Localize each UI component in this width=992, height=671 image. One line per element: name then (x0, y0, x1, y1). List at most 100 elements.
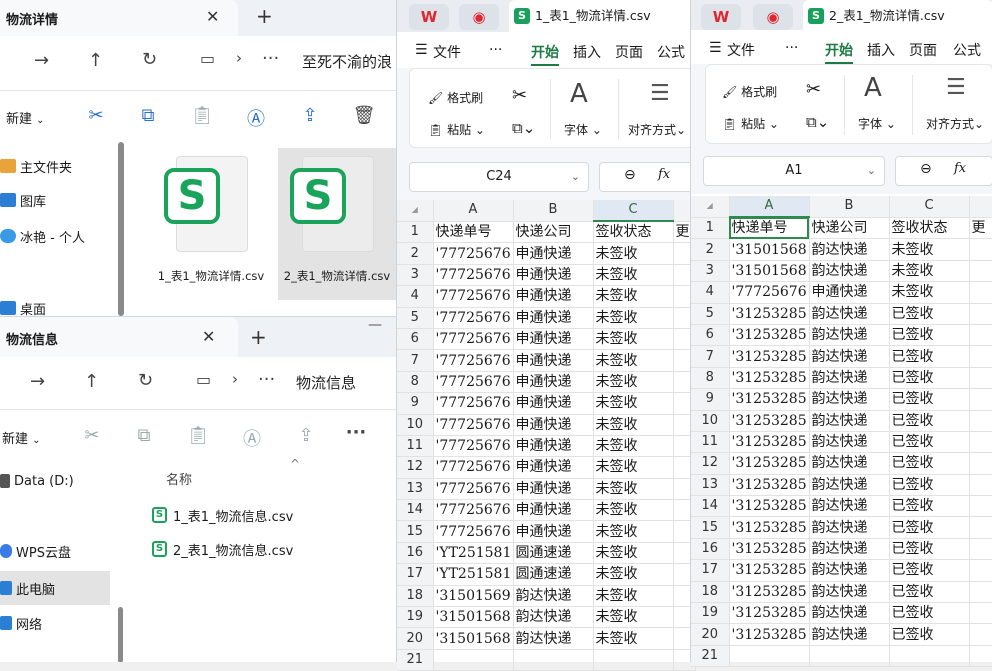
cell[interactable]: '31253285 (729, 345, 810, 368)
cell[interactable]: '31253285 (729, 602, 810, 625)
cell[interactable]: 韵达快递 (513, 627, 594, 650)
cell[interactable]: 已签收 (889, 324, 970, 347)
cell[interactable]: 已签收 (889, 581, 970, 604)
cell[interactable]: 未签收 (889, 260, 970, 283)
row-header[interactable]: 20 (397, 627, 434, 650)
sidebar-item-wps-cloud[interactable]: WPS云盘 (0, 535, 71, 567)
sidebar-item-home[interactable]: 主文件夹 (0, 150, 72, 182)
up-icon[interactable]: ↑ (84, 371, 99, 392)
sidebar-item-network[interactable]: 网络 (0, 607, 42, 639)
cell[interactable]: 申通快递 (513, 456, 594, 479)
cell[interactable]: 韵达快递 (809, 559, 890, 582)
row-header[interactable]: 4 (397, 285, 434, 308)
cell[interactable]: 未签收 (593, 606, 674, 629)
cell[interactable]: 申通快递 (513, 478, 594, 501)
cell[interactable]: '77725676 (433, 414, 514, 436)
column-header-c[interactable]: C (593, 200, 674, 223)
cell[interactable] (969, 431, 992, 454)
cell[interactable]: 已签收 (889, 431, 970, 454)
menu-insert[interactable]: 插入 (573, 42, 601, 62)
row-header[interactable]: 20 (691, 623, 730, 646)
cell[interactable]: '77725676 (433, 392, 514, 415)
rename-icon[interactable]: Ⓐ (240, 425, 264, 451)
cell[interactable]: '77725676 (433, 264, 514, 287)
share-icon[interactable]: ⇪ (298, 105, 322, 126)
cell[interactable] (969, 388, 992, 411)
row-header[interactable]: 16 (691, 538, 730, 561)
row-header[interactable]: 17 (691, 559, 730, 582)
cell[interactable] (593, 649, 674, 671)
column-header-a[interactable]: A (433, 200, 514, 222)
row-header[interactable]: 18 (397, 585, 434, 608)
menu-page[interactable]: 页面 (615, 42, 643, 62)
cell[interactable]: 未签收 (593, 414, 674, 436)
row-header[interactable]: 7 (397, 349, 434, 372)
row-header[interactable]: 14 (397, 499, 434, 522)
up-icon[interactable]: ↑ (88, 50, 103, 71)
cell[interactable]: 韵达快递 (809, 581, 890, 604)
sidebar-item-gallery[interactable]: 图库 (0, 184, 46, 216)
cell[interactable]: 未签收 (593, 456, 674, 479)
cell[interactable]: 未签收 (593, 478, 674, 501)
row-header[interactable]: 2 (691, 238, 730, 261)
cell[interactable]: 已签收 (889, 474, 970, 497)
row-header[interactable]: 14 (691, 495, 730, 518)
paste-button[interactable]: 📋︎ 粘贴 ⌄ (722, 115, 779, 132)
cell[interactable]: 已签收 (889, 345, 970, 368)
format-painter-button[interactable]: 🖌︎ 格式刷 (428, 89, 483, 106)
cell[interactable] (969, 452, 992, 475)
cut-icon[interactable]: ✂ (512, 85, 527, 106)
cell[interactable]: 韵达快递 (809, 623, 890, 646)
name-box[interactable]: A1 ⌄ (703, 156, 885, 186)
cell[interactable]: '77725676 (433, 349, 514, 372)
cell[interactable]: 韵达快递 (809, 324, 890, 347)
menu-start[interactable]: 开始 (825, 40, 853, 64)
cell[interactable]: '31253285 (729, 388, 810, 411)
cell[interactable] (969, 345, 992, 368)
cell[interactable]: 韵达快递 (809, 367, 890, 390)
cell[interactable] (969, 559, 992, 582)
row-header[interactable]: 1 (397, 221, 434, 244)
cell[interactable]: 申通快递 (513, 349, 594, 372)
row-header[interactable]: 12 (397, 456, 434, 479)
forward-icon[interactable]: → (34, 50, 49, 71)
align-icon[interactable]: ☰ (650, 81, 670, 106)
list-item[interactable]: S 2_表1_物流信息.csv (152, 537, 293, 561)
cell[interactable]: 已签收 (889, 452, 970, 475)
cell[interactable]: 未签收 (593, 627, 674, 650)
font-button[interactable]: 字体 ⌄ (858, 115, 896, 132)
cell[interactable] (969, 474, 992, 497)
cell[interactable]: 申通快递 (513, 242, 594, 265)
cell[interactable] (969, 495, 992, 518)
cell[interactable]: '31253285 (729, 474, 810, 497)
cell[interactable]: '31253285 (729, 516, 810, 539)
row-header[interactable]: 19 (691, 602, 730, 625)
formula-input[interactable]: ⊖ fx (895, 156, 992, 186)
address-path[interactable]: 物流信息 (296, 372, 356, 393)
row-header[interactable]: 13 (397, 478, 434, 501)
sidebar-item-this-pc[interactable]: 此电脑 (0, 571, 55, 605)
cell[interactable]: 未签收 (889, 238, 970, 261)
row-header[interactable]: 19 (397, 606, 434, 629)
row-header[interactable]: 17 (397, 563, 434, 586)
row-header[interactable]: 3 (691, 260, 730, 283)
cell[interactable]: '31253285 (729, 495, 810, 518)
cell[interactable]: '31253285 (729, 324, 810, 347)
cell[interactable] (969, 303, 992, 325)
cell[interactable]: 未签收 (593, 264, 674, 287)
align-button[interactable]: 对齐方式⌄ (628, 121, 686, 138)
cell[interactable]: 韵达快递 (809, 345, 890, 368)
cell[interactable]: 申通快递 (513, 392, 594, 415)
paste-button[interactable]: 📋︎ 粘贴 ⌄ (428, 121, 485, 138)
new-button[interactable]: 新建 ⌄ (2, 428, 41, 447)
menu-start[interactable]: 开始 (531, 42, 559, 66)
close-tab-icon[interactable]: ✕ (202, 327, 215, 346)
cell[interactable]: 已签收 (889, 410, 970, 432)
cell[interactable]: '77725676 (433, 478, 514, 501)
column-header-b[interactable]: B (513, 200, 594, 222)
minimize-icon[interactable]: — (368, 317, 382, 333)
copy-icon[interactable]: ⧉⌄ (806, 113, 829, 131)
cell[interactable] (969, 324, 992, 347)
row-header[interactable]: 5 (691, 303, 730, 325)
cell[interactable]: '31253285 (729, 431, 810, 454)
